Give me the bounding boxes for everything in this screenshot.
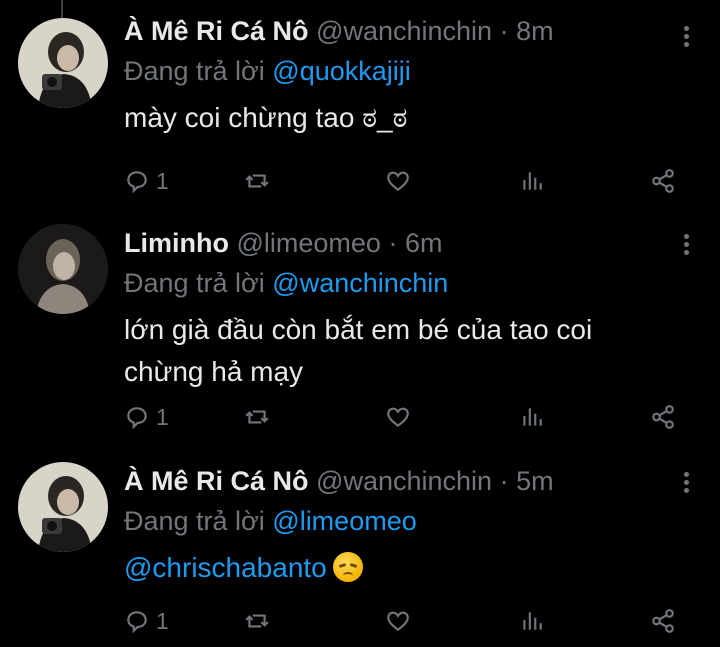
tweet-actions: 1 xyxy=(124,605,684,637)
user-handle[interactable]: @wanchinchin xyxy=(316,466,492,496)
analytics-icon xyxy=(523,408,542,426)
replying-prefix: Đang trả lời xyxy=(124,506,265,536)
share-button[interactable] xyxy=(650,605,676,637)
share-icon xyxy=(652,405,674,429)
tweet-header: Liminho @limeomeo · 6m xyxy=(124,226,692,260)
analytics-button[interactable] xyxy=(519,605,545,637)
like-icon xyxy=(387,407,409,428)
more-icon[interactable] xyxy=(684,472,690,494)
replying-to: Đang trả lời @limeomeo xyxy=(124,504,692,538)
share-icon xyxy=(652,169,674,193)
display-name[interactable]: À Mê Ri Cá Nô xyxy=(124,16,309,46)
share-button[interactable] xyxy=(650,165,676,197)
more-icon[interactable] xyxy=(684,234,690,256)
replying-to: Đang trả lời @wanchinchin xyxy=(124,266,692,300)
reply-count: 1 xyxy=(156,403,169,430)
replying-mention-link[interactable]: @wanchinchin xyxy=(272,268,448,298)
replying-prefix: Đang trả lời xyxy=(124,268,265,298)
retweet-button[interactable] xyxy=(244,401,270,433)
reply-button[interactable]: 1 xyxy=(124,605,169,637)
user-handle[interactable]: @limeomeo xyxy=(237,228,381,258)
display-name[interactable]: Liminho xyxy=(124,228,229,258)
tweet[interactable]: À Mê Ri Cá Nô @wanchinchin · 5m Đang trả… xyxy=(0,450,720,647)
avatar[interactable] xyxy=(18,18,108,108)
tweet-text: @chrischabanto xyxy=(124,547,692,589)
separator-dot: · xyxy=(499,466,509,496)
analytics-icon xyxy=(523,172,542,190)
like-button[interactable] xyxy=(385,165,411,197)
retweet-button[interactable] xyxy=(244,605,270,637)
tweet-text: lớn già đầu còn bắt em bé của tao coi ch… xyxy=(124,314,593,387)
retweet-icon xyxy=(245,614,269,628)
timestamp[interactable]: 5m xyxy=(516,466,554,496)
tweet-actions: 1 xyxy=(124,165,684,197)
like-icon xyxy=(387,611,409,632)
share-button[interactable] xyxy=(650,401,676,433)
reply-button[interactable]: 1 xyxy=(124,165,169,197)
replying-to: Đang trả lời @quokkajiji xyxy=(124,54,692,88)
like-button[interactable] xyxy=(385,401,411,433)
reply-icon xyxy=(127,611,147,634)
disappointed-emoji xyxy=(332,552,363,582)
tweet-header: À Mê Ri Cá Nô @wanchinchin · 5m xyxy=(124,464,692,498)
tweet-text: mày coi chừng tao ಠ_ಠ xyxy=(124,102,408,133)
tweet-actions: 1 xyxy=(124,401,684,433)
like-button[interactable] xyxy=(385,605,411,637)
retweet-icon xyxy=(245,174,269,188)
display-name[interactable]: À Mê Ri Cá Nô xyxy=(124,466,309,496)
analytics-icon xyxy=(523,612,542,630)
tweet[interactable]: Liminho @limeomeo · 6m Đang trả lời @wan… xyxy=(0,210,720,450)
avatar[interactable] xyxy=(18,462,108,552)
reply-icon xyxy=(127,407,147,430)
like-icon xyxy=(387,171,409,192)
timestamp[interactable]: 8m xyxy=(516,16,554,46)
reply-count: 1 xyxy=(156,607,169,634)
mention-link[interactable]: @chrischabanto xyxy=(124,552,327,583)
tweet-header: À Mê Ri Cá Nô @wanchinchin · 8m xyxy=(124,14,692,48)
timestamp[interactable]: 6m xyxy=(405,228,443,258)
more-icon[interactable] xyxy=(684,26,690,48)
reply-button[interactable]: 1 xyxy=(124,401,169,433)
avatar[interactable] xyxy=(18,224,108,314)
reply-icon xyxy=(127,171,147,194)
replying-mention-link[interactable]: @limeomeo xyxy=(272,506,416,536)
retweet-icon xyxy=(245,410,269,424)
replying-mention-link[interactable]: @quokkajiji xyxy=(272,56,410,86)
reply-count: 1 xyxy=(156,167,169,194)
separator-dot: · xyxy=(499,16,509,46)
analytics-button[interactable] xyxy=(519,165,545,197)
retweet-button[interactable] xyxy=(244,165,270,197)
share-icon xyxy=(652,609,674,633)
replying-prefix: Đang trả lời xyxy=(124,56,265,86)
analytics-button[interactable] xyxy=(519,401,545,433)
tweet[interactable]: À Mê Ri Cá Nô @wanchinchin · 8m Đang trả… xyxy=(0,0,720,210)
user-handle[interactable]: @wanchinchin xyxy=(316,16,492,46)
separator-dot: · xyxy=(388,228,398,258)
